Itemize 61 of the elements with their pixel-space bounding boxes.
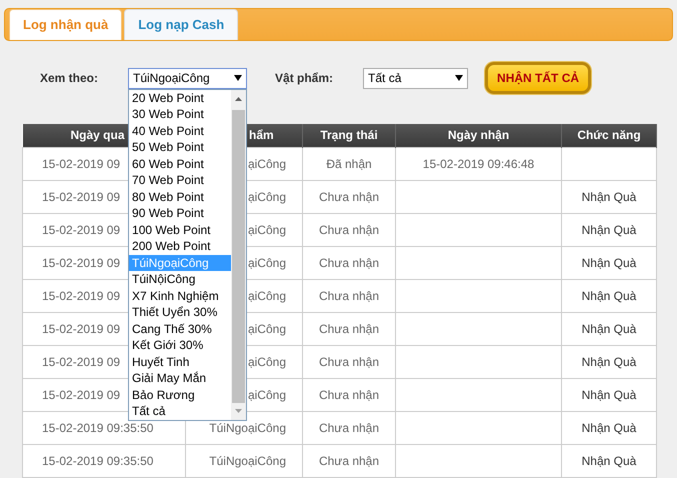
dropdown-option[interactable]: TúiNộiCông: [129, 271, 232, 288]
dropdown-option[interactable]: 90 Web Point: [129, 205, 232, 222]
table-cell: Chưa nhận: [318, 454, 380, 468]
dropdown-option[interactable]: Kết Giới 30%: [129, 337, 232, 354]
dropdown-option[interactable]: 100 Web Point: [129, 222, 232, 238]
table-cell: 15-02-2019 09: [42, 256, 120, 270]
table-cell: 15-02-2019 09: [42, 354, 120, 368]
table-cell: 15-02-2019 09: [42, 388, 120, 402]
dropdown-option[interactable]: 20 Web Point: [129, 90, 232, 106]
table-cell: Chưa nhận: [318, 222, 380, 236]
table-cell: Chưa nhận: [318, 354, 380, 368]
table-cell: Chưa nhận: [318, 190, 380, 204]
dropdown-option[interactable]: 60 Web Point: [129, 156, 232, 172]
tab[interactable]: Log nạp Cash: [124, 9, 238, 40]
table-cell: ạiCông: [248, 288, 286, 302]
table-cell: TúiNgoạiCông: [209, 420, 286, 434]
dropdown-option[interactable]: Cang Thế 30%: [129, 320, 232, 337]
table-cell: ạiCông: [248, 388, 286, 402]
table-cell: 15-02-2019 09: [42, 288, 120, 302]
scroll-up-icon[interactable]: [235, 96, 242, 100]
scroll-down-icon[interactable]: [235, 408, 242, 412]
table-cell: ạiCông: [248, 190, 286, 204]
filter-label: Vật phẩm:: [275, 70, 334, 87]
table-cell: 15-02-2019 09:35:50: [42, 420, 154, 434]
table-cell: ạiCông: [248, 322, 286, 336]
scrollbar[interactable]: [231, 90, 246, 420]
dropdown-option[interactable]: Thiết Uyển 30%: [129, 304, 232, 320]
filter-label: Xem theo:: [40, 70, 98, 87]
dropdown-option[interactable]: Giải May Mắn: [129, 370, 232, 386]
table-cell: Chưa nhận: [318, 322, 380, 336]
table-cell: ạiCông: [248, 354, 286, 368]
table-cell: ạiCông: [248, 222, 286, 236]
table-cell: ạiCông: [248, 156, 286, 170]
dropdown-option[interactable]: Tất cả: [129, 403, 232, 420]
table-cell: 15-02-2019 09: [42, 156, 120, 170]
dropdown-option[interactable]: 70 Web Point: [129, 172, 232, 188]
table-cell: 15-02-2019 09: [42, 322, 120, 336]
dropdown-option[interactable]: Huyết Tinh: [129, 354, 232, 370]
dropdown-option[interactable]: 200 Web Point: [129, 238, 232, 254]
dropdown-option[interactable]: 30 Web Point: [129, 106, 232, 122]
table-cell: TúiNgoạiCông: [209, 454, 286, 468]
table-cell: 15-02-2019 09:46:48: [422, 156, 534, 170]
caret-icon: [455, 75, 464, 81]
table-cell: Chưa nhận: [318, 288, 380, 302]
table-cell: Chưa nhận: [318, 420, 380, 434]
claim-all-button[interactable]: NHẬN TẤT CẢ: [485, 62, 592, 94]
table-cell: 15-02-2019 09: [42, 222, 120, 236]
dropdown-option[interactable]: X7 Kinh Nghiệm: [129, 288, 232, 304]
table-cell: 15-02-2019 09: [42, 190, 120, 204]
table-cell: Chưa nhận: [318, 388, 380, 402]
dropdown-select[interactable]: Tất cả: [363, 68, 468, 88]
table-cell: 15-02-2019 09:35:50: [42, 454, 154, 468]
table-cell: ạiCông: [248, 256, 286, 270]
dropdown-option[interactable]: Bảo Rương: [129, 386, 232, 403]
column-header: Ngày nhận: [396, 124, 562, 147]
column-header: Trạng thái: [302, 124, 396, 147]
dropdown-option[interactable]: 80 Web Point: [129, 188, 232, 205]
table-cell: Đã nhận: [326, 156, 372, 170]
column-header: Chức năng: [562, 124, 656, 147]
caret-icon: [234, 75, 242, 81]
table-cell: Chưa nhận: [318, 256, 380, 270]
